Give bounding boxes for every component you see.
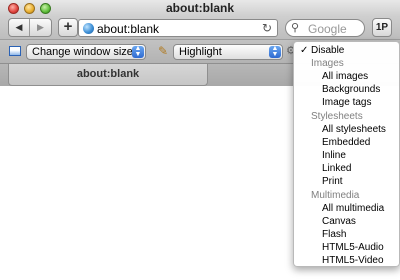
menu-item-label: Linked (322, 163, 352, 174)
menu-section-header: Stylesheets (311, 111, 363, 122)
menu-item-canvas[interactable]: Canvas (294, 215, 399, 228)
menu-item-all-stylesheets[interactable]: All stylesheets (294, 123, 399, 136)
window-icon (9, 46, 21, 56)
tab-about-blank[interactable]: about:blank (8, 64, 208, 86)
menu-section-header: Images (311, 58, 344, 69)
menu-section-header: Multimedia (311, 190, 360, 201)
menu-item-label: Embedded (322, 137, 371, 148)
highlight-select-label: Highlight (179, 46, 222, 58)
address-bar[interactable]: about:blank ↻ (78, 19, 278, 37)
search-icon: ⚲ (291, 22, 300, 34)
menu-item-flash[interactable]: Flash (294, 228, 399, 241)
menu-item-inline[interactable]: Inline (294, 149, 399, 162)
menu-item-label: Flash (322, 229, 347, 240)
window-size-select-label: Change window size (32, 46, 133, 58)
navigation-buttons: ◀ ▶ (8, 18, 52, 37)
add-bookmark-button[interactable]: + (58, 18, 78, 37)
select-arrows-icon: ▲ ▼ (269, 45, 281, 58)
menu-item-backgrounds[interactable]: Backgrounds (294, 83, 399, 96)
password-manager-button[interactable]: 1P (372, 18, 392, 37)
forward-button[interactable]: ▶ (30, 19, 51, 36)
menu-item-print[interactable]: Print (294, 175, 399, 188)
menu-item-all-images[interactable]: All images (294, 70, 399, 83)
title-bar: about:blank (0, 0, 400, 16)
search-placeholder: Google (308, 22, 347, 36)
back-button[interactable]: ◀ (9, 19, 30, 36)
window-title: about:blank (166, 1, 234, 15)
globe-icon (83, 23, 94, 34)
chevron-right-icon: ▶ (37, 22, 44, 32)
pencil-icon: ✎ (158, 44, 169, 58)
menu-item-label: All images (322, 71, 369, 82)
menu-item-label: All multimedia (322, 203, 385, 214)
menu-item-label: Disable (311, 45, 345, 56)
menu-item-html5-video[interactable]: HTML5-Video (294, 254, 399, 267)
reload-icon[interactable]: ↻ (262, 21, 272, 35)
menu-item-label: Canvas (322, 216, 356, 227)
tab-title: about:blank (76, 68, 140, 80)
browser-toolbar: ◀ ▶ + about:blank ↻ ⚲ Google 1P (0, 16, 400, 39)
select-arrows-icon: ▲ ▼ (132, 45, 144, 58)
menu-item-label: HTML5-Audio (322, 242, 384, 253)
chevron-left-icon: ◀ (15, 22, 23, 32)
menu-item-disable[interactable]: ✓ Disable (294, 44, 399, 57)
menu-item-all-multimedia[interactable]: All multimedia (294, 202, 399, 215)
disable-dropdown-menu: ✓ Disable Images All images Backgrounds … (293, 41, 400, 267)
highlight-select[interactable]: Highlight ▲ ▼ (173, 44, 283, 60)
menu-item-label: Backgrounds (322, 84, 381, 95)
search-input[interactable]: ⚲ Google (285, 19, 365, 37)
menu-item-image-tags[interactable]: Image tags (294, 96, 399, 109)
menu-item-html5-audio[interactable]: HTML5-Audio (294, 241, 399, 254)
window-size-select[interactable]: Change window size ▲ ▼ (26, 44, 146, 60)
checkmark-icon: ✓ (300, 45, 309, 56)
menu-item-label: All stylesheets (322, 124, 386, 135)
menu-item-linked[interactable]: Linked (294, 162, 399, 175)
menu-item-label: Image tags (322, 97, 372, 108)
menu-item-label: Print (322, 176, 343, 187)
menu-item-label: HTML5-Video (322, 255, 384, 266)
menu-item-embedded[interactable]: Embedded (294, 136, 399, 149)
address-text[interactable]: about:blank (97, 22, 159, 36)
menu-item-label: Inline (322, 150, 346, 161)
